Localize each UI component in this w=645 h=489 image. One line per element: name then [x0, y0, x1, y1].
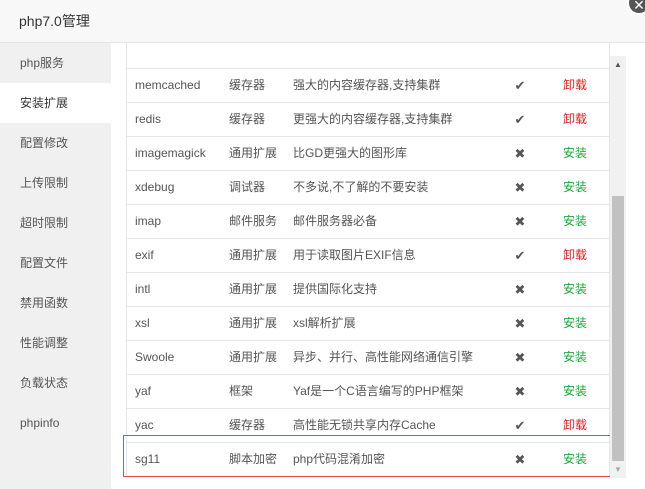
- extension-description: 强大的内容缓存器,支持集群: [293, 78, 441, 92]
- table-row: xsl 通用扩展 xsl解析扩展 ✖ 安装: [126, 307, 610, 341]
- extension-type: 脚本加密: [229, 452, 278, 466]
- sidebar-item-performance-tuning[interactable]: 性能调整: [0, 323, 111, 363]
- extension-description: xsl解析扩展: [293, 316, 356, 330]
- extension-description: 比GD更强大的图形库: [293, 146, 408, 160]
- sidebar-item-phpinfo[interactable]: phpinfo: [0, 403, 111, 443]
- extension-name: yaf: [135, 384, 152, 398]
- extension-name: exif: [135, 248, 154, 262]
- extension-description: 用于读取图片EXIF信息: [293, 248, 416, 262]
- table-row-partial: [126, 43, 610, 69]
- scrollbar[interactable]: ▲ ▼: [610, 56, 626, 478]
- sidebar-item-install-extensions[interactable]: 安装扩展: [0, 83, 111, 123]
- extension-name: intl: [135, 282, 151, 296]
- table-row: memcached 缓存器 强大的内容缓存器,支持集群 ✔ 卸载: [126, 69, 610, 103]
- extension-type: 调试器: [229, 180, 266, 194]
- extension-name: sg11: [135, 452, 161, 466]
- extensions-panel: memcached 缓存器 强大的内容缓存器,支持集群 ✔ 卸载 redis 缓存器 更强大的…: [111, 43, 645, 489]
- cross-icon: ✖: [514, 316, 526, 331]
- extension-type: 通用扩展: [229, 350, 278, 364]
- extension-description: Yaf是一个C语言编写的PHP框架: [293, 384, 464, 398]
- extension-type: 通用扩展: [229, 248, 278, 262]
- scroll-thumb[interactable]: [612, 196, 624, 461]
- table-row: redis 缓存器 更强大的内容缓存器,支持集群 ✔ 卸载: [126, 103, 610, 137]
- install-link[interactable]: 安装: [563, 171, 587, 204]
- cross-icon: ✖: [514, 452, 526, 467]
- table-row: exif 通用扩展 用于读取图片EXIF信息 ✔ 卸载: [126, 239, 610, 273]
- extension-type: 缓存器: [229, 78, 266, 92]
- php-manager-dialog: php7.0管理 ✕ php服务 安装扩展 配置修改 上传限制 超时限制 配置文…: [0, 0, 645, 489]
- extension-description: 更强大的内容缓存器,支持集群: [293, 112, 453, 126]
- cross-icon: ✖: [514, 384, 526, 399]
- extension-description: 高性能无锁共享内存Cache: [293, 418, 436, 432]
- extensions-table: memcached 缓存器 强大的内容缓存器,支持集群 ✔ 卸载 redis 缓存器 更强大的…: [126, 43, 610, 477]
- cross-icon: ✖: [514, 350, 526, 365]
- extension-description: 提供国际化支持: [293, 282, 378, 296]
- extension-type: 通用扩展: [229, 316, 278, 330]
- check-icon: ✔: [514, 112, 526, 127]
- extension-name: xdebug: [135, 180, 175, 194]
- extension-description: php代码混淆加密: [293, 452, 386, 466]
- install-link[interactable]: 安装: [563, 307, 587, 340]
- cross-icon: ✖: [514, 214, 526, 229]
- uninstall-link[interactable]: 卸载: [563, 103, 587, 136]
- extension-type: 缓存器: [229, 418, 266, 432]
- install-link[interactable]: 安装: [563, 273, 587, 306]
- extension-type: 缓存器: [229, 112, 266, 126]
- extension-type: 通用扩展: [229, 146, 278, 160]
- cross-icon: ✖: [514, 282, 526, 297]
- sidebar-item-disabled-functions[interactable]: 禁用函数: [0, 283, 111, 323]
- extension-name: imap: [135, 214, 162, 228]
- extension-name: imagemagick: [135, 146, 206, 160]
- sidebar-item-php-service[interactable]: php服务: [0, 43, 111, 83]
- scroll-up-icon[interactable]: ▲: [610, 56, 626, 73]
- extension-type: 框架: [229, 384, 254, 398]
- table-row: yac 缓存器 高性能无锁共享内存Cache ✔ 卸载: [126, 409, 610, 443]
- sidebar-item-timeout-limit[interactable]: 超时限制: [0, 203, 111, 243]
- sidebar-item-config-edit[interactable]: 配置修改: [0, 123, 111, 163]
- install-link[interactable]: 安装: [563, 341, 587, 374]
- scroll-down-icon[interactable]: ▼: [610, 461, 626, 478]
- table-row: sg11 脚本加密 php代码混淆加密 ✖ 安装: [126, 443, 610, 477]
- extension-name: memcached: [135, 78, 201, 92]
- table-row: intl 通用扩展 提供国际化支持 ✖ 安装: [126, 273, 610, 307]
- install-link[interactable]: 安装: [563, 137, 587, 170]
- install-link[interactable]: 安装: [563, 375, 587, 408]
- sidebar-item-config-file[interactable]: 配置文件: [0, 243, 111, 283]
- table-row: imagemagick 通用扩展 比GD更强大的图形库 ✖ 安装: [126, 137, 610, 171]
- table-row: imap 邮件服务 邮件服务器必备 ✖ 安装: [126, 205, 610, 239]
- sidebar: php服务 安装扩展 配置修改 上传限制 超时限制 配置文件 禁用函数 性能调整…: [0, 43, 111, 489]
- check-icon: ✔: [514, 248, 526, 263]
- install-link[interactable]: 安装: [563, 443, 587, 476]
- extension-name: Swoole: [135, 350, 175, 364]
- check-icon: ✔: [514, 418, 526, 433]
- sidebar-item-upload-limit[interactable]: 上传限制: [0, 163, 111, 203]
- extension-name: yac: [135, 418, 154, 432]
- table-row: Swoole 通用扩展 异步、并行、高性能网络通信引擎 ✖ 安装: [126, 341, 610, 375]
- uninstall-link[interactable]: 卸载: [563, 409, 587, 442]
- extension-name: redis: [135, 112, 162, 126]
- table-row: xdebug 调试器 不多说,不了解的不要安装 ✖ 安装: [126, 171, 610, 205]
- uninstall-link[interactable]: 卸载: [563, 239, 587, 272]
- uninstall-link[interactable]: 卸载: [563, 69, 587, 102]
- dialog-title: php7.0管理: [0, 0, 645, 43]
- install-link[interactable]: 安装: [563, 205, 587, 238]
- extension-description: 不多说,不了解的不要安装: [293, 180, 429, 194]
- extension-description: 邮件服务器必备: [293, 214, 378, 228]
- check-icon: ✔: [514, 78, 526, 93]
- extension-type: 通用扩展: [229, 282, 278, 296]
- extension-name: xsl: [135, 316, 150, 330]
- cross-icon: ✖: [514, 180, 526, 195]
- extension-type: 邮件服务: [229, 214, 278, 228]
- cross-icon: ✖: [514, 146, 526, 161]
- sidebar-item-load-status[interactable]: 负载状态: [0, 363, 111, 403]
- table-row: yaf 框架 Yaf是一个C语言编写的PHP框架 ✖ 安装: [126, 375, 610, 409]
- extension-description: 异步、并行、高性能网络通信引擎: [293, 350, 474, 364]
